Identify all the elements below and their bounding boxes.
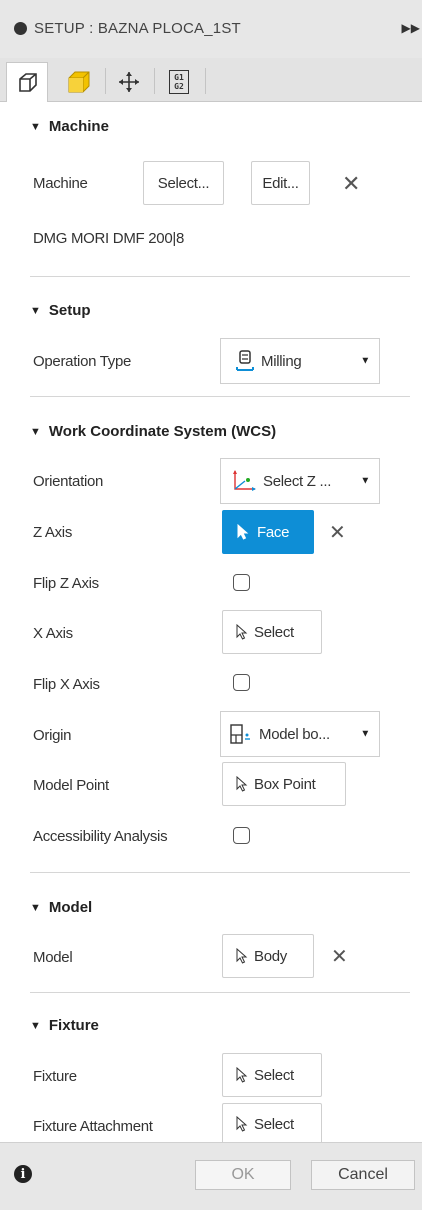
axis-orientation-icon [231, 469, 257, 493]
model-point-button[interactable]: Box Point [222, 762, 346, 806]
origin-dropdown[interactable]: Model bo... ▼ [220, 711, 380, 757]
tab-setup[interactable] [6, 62, 48, 103]
model-select-button[interactable]: Body [222, 934, 314, 978]
z-axis-clear-icon[interactable]: ✕ [329, 522, 346, 544]
flip-x-checkbox[interactable] [233, 674, 250, 691]
dialog-footer: i OK Cancel [0, 1142, 422, 1210]
model-point-value: Box Point [254, 775, 316, 793]
collapse-triangle-icon: ▼ [30, 121, 41, 133]
z-axis-select-button[interactable]: Face [222, 510, 314, 554]
flip-x-label: Flip X Axis [33, 676, 100, 693]
orientation-dropdown[interactable]: Select Z ... ▼ [220, 458, 380, 504]
setup-panel [0, 102, 422, 1142]
section-fixture-header[interactable]: ▼ Fixture [30, 1017, 99, 1034]
ok-button[interactable]: OK [195, 1160, 291, 1190]
cursor-arrow-icon [236, 776, 248, 792]
cursor-arrow-icon [236, 1067, 248, 1083]
fixture-select-button[interactable]: Select [222, 1053, 322, 1097]
section-divider [30, 276, 410, 277]
chevron-down-icon: ▼ [360, 475, 370, 487]
collapse-triangle-icon: ▼ [30, 426, 41, 438]
x-axis-select-button[interactable]: Select [222, 610, 322, 654]
machine-label: Machine [33, 175, 88, 192]
orientation-label: Orientation [33, 473, 104, 490]
collapse-triangle-icon: ▼ [30, 1020, 41, 1032]
x-axis-label: X Axis [33, 625, 73, 642]
info-icon[interactable]: i [14, 1165, 32, 1183]
gcode-icon: G1 G2 [169, 70, 189, 94]
tab-bar: G1 G2 [0, 58, 422, 103]
cursor-arrow-icon [236, 1116, 248, 1132]
tab-separator [105, 68, 106, 94]
orientation-value: Select Z ... [263, 472, 332, 490]
accessibility-analysis-checkbox[interactable] [233, 827, 250, 844]
fixture-attachment-select-button[interactable]: Select [222, 1103, 322, 1145]
operation-type-dropdown[interactable]: Milling ▼ [220, 338, 380, 384]
dialog-title: SETUP : BAZNA PLOCA_1ST [34, 20, 241, 37]
model-box-origin-icon [229, 723, 253, 745]
x-axis-value: Select [254, 623, 294, 641]
tab-stock[interactable] [58, 62, 100, 102]
move-arrows-icon [119, 72, 139, 92]
status-dot-icon [14, 22, 27, 35]
section-machine-header[interactable]: ▼ Machine [30, 118, 109, 135]
machine-edit-button[interactable]: Edit... [251, 161, 310, 205]
fixture-label: Fixture [33, 1068, 77, 1085]
origin-value: Model bo... [259, 725, 330, 743]
tab-separator [205, 68, 206, 94]
operation-type-label: Operation Type [33, 353, 132, 370]
cancel-button[interactable]: Cancel [311, 1160, 415, 1190]
origin-label: Origin [33, 727, 72, 744]
operation-type-value: Milling [261, 352, 302, 370]
section-divider [30, 872, 410, 873]
section-model-header[interactable]: ▼ Model [30, 899, 92, 916]
flip-z-label: Flip Z Axis [33, 575, 99, 592]
milling-tool-icon [235, 350, 255, 372]
chevron-down-icon: ▼ [360, 728, 370, 740]
fixture-value: Select [254, 1066, 294, 1084]
fixture-attachment-label: Fixture Attachment [33, 1118, 153, 1135]
accessibility-analysis-label: Accessibility Analysis [33, 828, 168, 845]
tab-separator [154, 68, 155, 94]
model-value: Body [254, 947, 287, 965]
fixture-attachment-value: Select [254, 1115, 294, 1133]
model-label: Model [33, 949, 73, 966]
machine-clear-icon[interactable]: ✕ [342, 173, 360, 195]
chevron-down-icon: ▼ [360, 355, 370, 367]
collapse-triangle-icon: ▼ [30, 305, 41, 317]
section-divider [30, 396, 410, 397]
dialog-titlebar[interactable]: SETUP : BAZNA PLOCA_1ST ▶▶ [0, 0, 422, 58]
z-axis-label: Z Axis [33, 524, 73, 541]
stock-box-icon [68, 71, 90, 93]
z-axis-value: Face [257, 523, 290, 541]
cursor-arrow-icon [237, 524, 249, 540]
tab-heights[interactable] [108, 62, 150, 102]
cursor-arrow-icon [236, 624, 248, 640]
setup-cube-icon [19, 72, 37, 92]
machine-name: DMG MORI DMF 200|8 [33, 230, 185, 247]
model-clear-icon[interactable]: ✕ [331, 946, 348, 968]
model-point-label: Model Point [33, 777, 109, 794]
flip-z-checkbox[interactable] [233, 574, 250, 591]
section-wcs-header[interactable]: ▼ Work Coordinate System (WCS) [30, 423, 276, 440]
section-divider [30, 992, 410, 993]
cursor-arrow-icon [236, 948, 248, 964]
machine-select-button[interactable]: Select... [143, 161, 224, 205]
expand-arrows-icon[interactable]: ▶▶ [402, 21, 420, 35]
tab-post-process[interactable]: G1 G2 [158, 62, 200, 102]
section-setup-header[interactable]: ▼ Setup [30, 302, 91, 319]
collapse-triangle-icon: ▼ [30, 902, 41, 914]
